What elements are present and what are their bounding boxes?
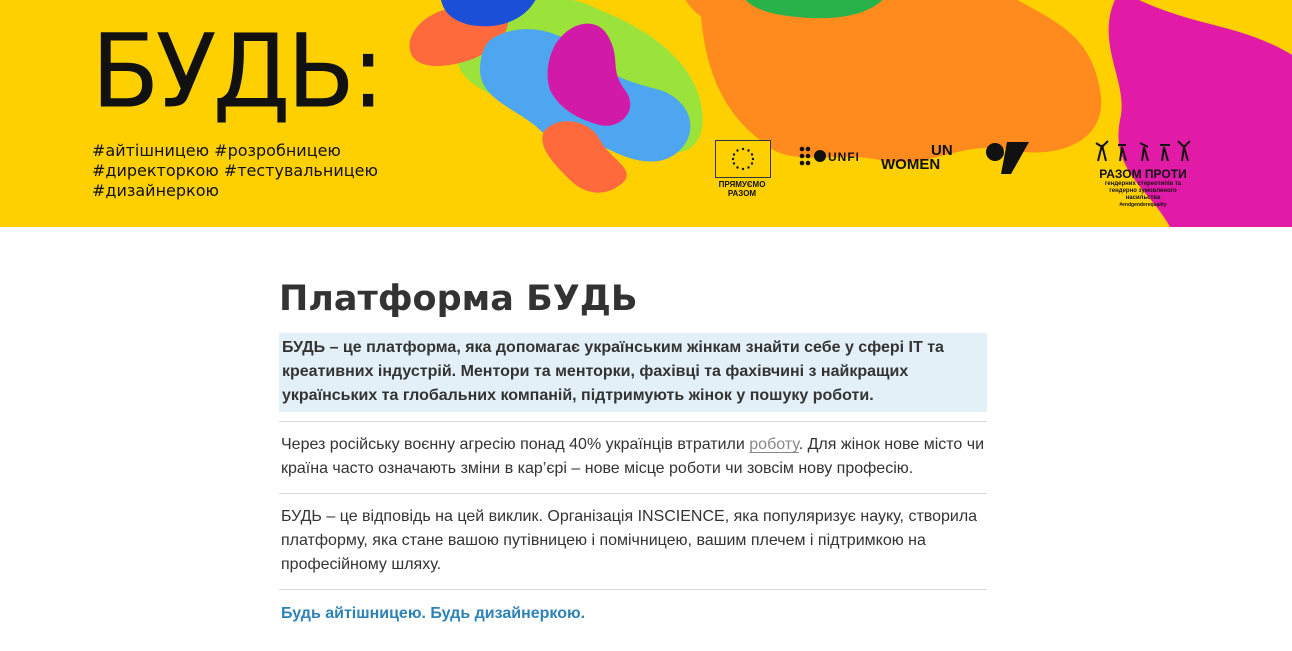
un-women-logo: UN WOMEN <box>881 143 953 173</box>
razom-hashtag: #endgenderequality <box>1119 202 1167 208</box>
section-subheading: Будь айтішницею. Будь дизайнеркою. <box>281 605 586 622</box>
razom-title: РАЗОМ ПРОТИ <box>1099 167 1187 181</box>
page-title: Платформа БУДЬ <box>279 279 638 319</box>
lead-paragraph: БУДЬ – це платформа, яка допомагає украї… <box>279 333 987 412</box>
eu-caption: ПРЯМУЄМО РАЗОМ <box>718 180 766 198</box>
hashtag-line: #директоркою #тестувальницею <box>92 161 378 180</box>
robotu-link[interactable]: роботу <box>749 436 798 453</box>
razom-proty-logo: РАЗОМ ПРОТИ гендерних стереотипів та ген… <box>1092 137 1194 209</box>
un-women-line2: WOMEN <box>881 156 941 173</box>
hashtag-list: #айтішницею #розробницею #директоркою #т… <box>92 141 378 201</box>
razom-subtitle: гендерних стереотипів та гендерно зумовл… <box>1104 181 1182 201</box>
paragraph-war-impact: Через російську воєнну агресію понад 40%… <box>279 422 987 493</box>
hashtag-line: #айтішницею #розробницею <box>92 141 341 160</box>
article-content: Платформа БУДЬ БУДЬ – це платформа, яка … <box>279 270 987 626</box>
hero-banner: БУДЬ: #айтішницею #розробницею #директор… <box>0 0 1292 227</box>
hashtag-line: #дизайнеркою <box>92 181 219 200</box>
figures-icon <box>1095 140 1191 162</box>
eu-flag-logo <box>715 140 771 178</box>
paragraph-inscience: БУДЬ – це відповідь на цей виклик. Орган… <box>281 508 978 573</box>
paragraph-text: Через російську воєнну агресію понад 40%… <box>281 436 750 453</box>
checkmark-logo-icon <box>985 140 1031 181</box>
svg-text:UNFPA: UNFPA <box>828 150 858 164</box>
undp-unfpa-logo: UNFPA <box>798 144 872 170</box>
brand-logo-text: БУДЬ: <box>91 11 385 132</box>
